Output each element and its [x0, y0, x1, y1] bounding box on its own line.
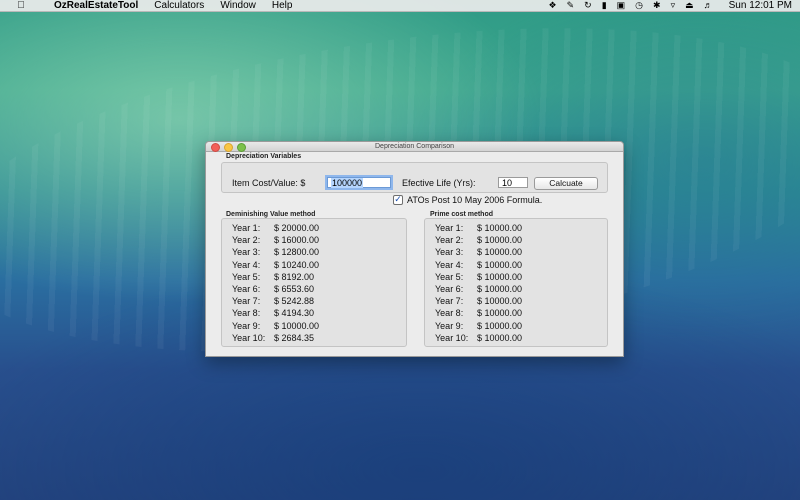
- pc-row: Year 5: $ 10000.00: [435, 271, 522, 283]
- pc-year-label: Year 1:: [435, 223, 464, 233]
- pc-year-value: $ 10000.00: [477, 296, 523, 307]
- dv-year-label: Year 3:: [232, 247, 261, 258]
- dv-row: Year 6: $ 6553.60: [232, 283, 319, 295]
- pc-section-label: Prime cost method: [430, 211, 494, 218]
- status-area: ❖ ✎ ↻ ▮ ▣ ◷ ✱ ▿ ⏏ ♬ Sun 12:01 PM: [549, 0, 792, 11]
- dv-year-value: $ 8192.00: [274, 271, 315, 282]
- dv-year-label: Year 7:: [232, 296, 261, 307]
- bluetooth-icon[interactable]: ✱: [653, 0, 661, 11]
- airplay-icon[interactable]: ▣: [617, 0, 626, 11]
- pc-year-label: Year 5:: [435, 271, 464, 282]
- variables-section-label: Depreciation Variables: [226, 153, 302, 160]
- pc-row: Year 1: $ 10000.00: [435, 222, 522, 234]
- pc-row: Year 8: $ 10000.00: [435, 307, 522, 319]
- dv-year-value: $ 12800.00: [274, 247, 320, 258]
- dv-rows: Year 1: $ 20000.00 Year 2: $ 16000.00 Year 3…: [232, 222, 319, 344]
- pc-rows: Year 1: $ 10000.00 Year 2: $ 10000.00 Year 3…: [435, 222, 522, 344]
- pc-row: Year 4: $ 10000.00: [435, 259, 522, 271]
- evernote-icon[interactable]: ✎: [567, 0, 575, 11]
- pc-row: Year 6: $ 10000.00: [435, 283, 522, 295]
- dv-year-label: Year 8:: [232, 308, 261, 319]
- dv-row: Year 3: $ 12800.00: [232, 246, 319, 258]
- pc-year-label: Year 9:: [435, 320, 464, 331]
- pc-year-value: $ 10000.00: [477, 308, 523, 319]
- pc-row: Year 7: $ 10000.00: [435, 295, 522, 307]
- pc-year-label: Year 3:: [435, 247, 464, 258]
- menu-window[interactable]: Window: [220, 0, 256, 11]
- menu-bar:  OzRealEstateTool Calculators Window He…: [0, 0, 800, 12]
- dv-row: Year 8: $ 4194.30: [232, 307, 319, 319]
- app-menu[interactable]: OzRealEstateTool: [54, 0, 138, 11]
- pc-year-label: Year 7:: [435, 296, 464, 307]
- dv-year-value: $ 16000.00: [274, 235, 320, 246]
- sync-icon[interactable]: ↻: [584, 0, 592, 11]
- dv-year-value: $ 4194.30: [274, 308, 315, 319]
- dv-year-label: Year 10:: [232, 332, 266, 343]
- item-cost-value: 100000: [331, 178, 364, 188]
- formula-checkbox[interactable]: ✓: [393, 195, 403, 205]
- window-title: Depreciation Comparison: [375, 143, 454, 150]
- effective-life-input[interactable]: 10: [498, 177, 528, 188]
- dv-year-value: $ 10240.00: [274, 259, 320, 270]
- battery-icon[interactable]: ▮: [602, 0, 607, 11]
- dv-year-value: $ 10000.00: [274, 320, 320, 331]
- pc-year-label: Year 8:: [435, 308, 464, 319]
- pc-year-value: $ 10000.00: [477, 271, 523, 282]
- dropbox-icon[interactable]: ❖: [549, 0, 557, 11]
- volume-icon[interactable]: ♬: [704, 0, 713, 11]
- pc-row: Year 9: $ 10000.00: [435, 320, 522, 332]
- effective-life-label: Efective Life (Yrs):: [402, 178, 476, 188]
- formula-checkbox-label: ATOs Post 10 May 2006 Formula.: [407, 195, 543, 205]
- pc-row: Year 3: $ 10000.00: [435, 246, 522, 258]
- calculate-button[interactable]: Calcuate: [534, 177, 598, 190]
- pc-year-value: $ 10000.00: [477, 320, 523, 331]
- pc-year-value: $ 10000.00: [477, 223, 523, 233]
- dv-row: Year 10: $ 2684.35: [232, 332, 319, 344]
- wifi-icon[interactable]: ▿: [671, 0, 676, 11]
- formula-checkbox-row[interactable]: ✓ ATOs Post 10 May 2006 Formula.: [393, 195, 542, 205]
- dv-row: Year 9: $ 10000.00: [232, 320, 319, 332]
- item-cost-label: Item Cost/Value: $: [232, 178, 306, 188]
- time-machine-icon[interactable]: ◷: [635, 0, 643, 11]
- dv-year-label: Year 4:: [232, 259, 261, 270]
- pc-year-value: $ 10000.00: [477, 247, 523, 258]
- item-cost-input[interactable]: 100000: [327, 177, 391, 188]
- pc-year-value: $ 10000.00: [477, 332, 523, 343]
- dv-year-label: Year 5:: [232, 271, 261, 282]
- pc-year-label: Year 4:: [435, 259, 464, 270]
- pc-year-label: Year 10:: [435, 332, 469, 343]
- dv-year-label: Year 2:: [232, 235, 261, 246]
- dv-row: Year 4: $ 10240.00: [232, 259, 319, 271]
- pc-row: Year 2: $ 10000.00: [435, 234, 522, 246]
- pc-results-group: Year 1: $ 10000.00 Year 2: $ 10000.00 Year 3…: [424, 218, 608, 347]
- pc-year-label: Year 2:: [435, 235, 464, 246]
- dv-year-label: Year 6:: [232, 284, 261, 295]
- dv-year-value: $ 6553.60: [274, 284, 315, 295]
- dv-year-value: $ 5242.88: [274, 296, 315, 307]
- dv-section-label: Deminishing Value method: [226, 211, 316, 218]
- dv-row: Year 2: $ 16000.00: [232, 234, 319, 246]
- depreciation-window: Depreciation Comparison Depreciation Var…: [205, 141, 624, 357]
- dv-year-value: $ 20000.00: [274, 223, 320, 233]
- dv-year-label: Year 9:: [232, 320, 261, 331]
- pc-year-label: Year 6:: [435, 284, 464, 295]
- window-titlebar[interactable]: Depreciation Comparison: [206, 142, 623, 152]
- menu-clock[interactable]: Sun 12:01 PM: [729, 0, 792, 11]
- pc-row: Year 10: $ 10000.00: [435, 332, 522, 344]
- dv-results-group: Year 1: $ 20000.00 Year 2: $ 16000.00 Year 3…: [221, 218, 407, 347]
- menu-calculators[interactable]: Calculators: [154, 0, 204, 11]
- variables-group: Item Cost/Value: $ 100000 Efective Life …: [221, 162, 608, 193]
- dv-row: Year 1: $ 20000.00: [232, 222, 319, 234]
- eject-icon[interactable]: ⏏: [685, 0, 694, 11]
- pc-year-value: $ 10000.00: [477, 235, 523, 246]
- dv-row: Year 7: $ 5242.88: [232, 295, 319, 307]
- pc-year-value: $ 10000.00: [477, 259, 523, 270]
- menu-help[interactable]: Help: [272, 0, 293, 11]
- apple-icon[interactable]: : [14, 0, 28, 11]
- dv-row: Year 5: $ 8192.00: [232, 271, 319, 283]
- dv-year-value: $ 2684.35: [274, 332, 315, 343]
- pc-year-value: $ 10000.00: [477, 284, 523, 295]
- dv-year-label: Year 1:: [232, 223, 261, 233]
